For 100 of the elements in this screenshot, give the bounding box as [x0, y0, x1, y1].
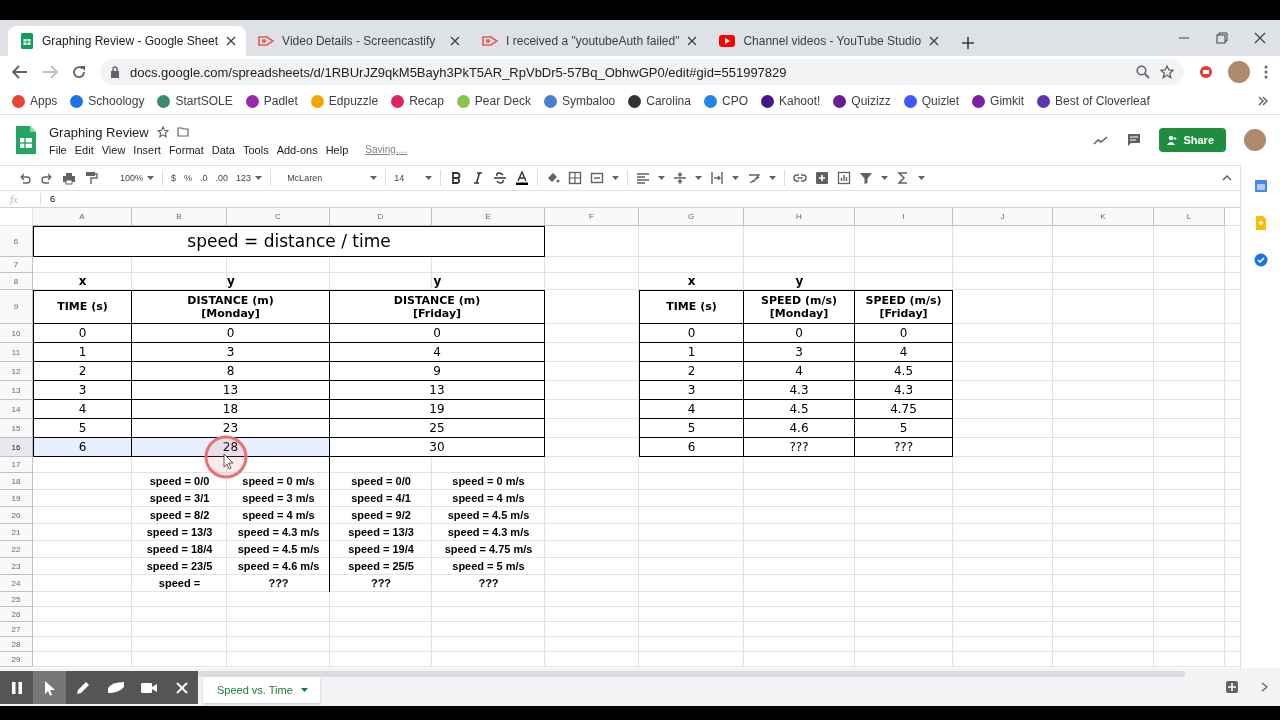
comment-icon[interactable] — [1127, 133, 1142, 147]
font-dropdown[interactable]: McLaren — [279, 173, 378, 183]
paint-format-icon[interactable] — [84, 171, 98, 185]
column-header[interactable]: A — [33, 208, 132, 226]
text-color-icon[interactable] — [515, 171, 530, 185]
collapse-icon[interactable] — [1222, 175, 1232, 181]
zoom-dropdown[interactable]: 100% — [120, 173, 155, 183]
star-icon[interactable] — [156, 126, 169, 138]
row-header[interactable]: 8 — [0, 273, 33, 290]
column-header[interactable]: I — [855, 208, 953, 226]
close-icon[interactable] — [929, 36, 940, 46]
row-header[interactable]: 11 — [0, 343, 33, 362]
row-header[interactable]: 15 — [0, 419, 33, 438]
row-header[interactable]: 23 — [0, 558, 33, 575]
bookmark[interactable]: Carolina — [628, 94, 691, 108]
bookmark[interactable]: Symbaloo — [543, 94, 616, 108]
column-header[interactable]: B — [132, 208, 227, 226]
column-header[interactable]: F — [545, 208, 639, 226]
row-header[interactable]: 13 — [0, 381, 33, 400]
bookmark[interactable]: CPO — [703, 94, 748, 108]
avatar[interactable] — [1244, 129, 1266, 151]
menu-item[interactable]: Add-ons — [276, 143, 318, 156]
close-icon[interactable] — [687, 36, 698, 46]
bookmark[interactable]: Quizlet — [903, 94, 960, 108]
bookmark[interactable]: StartSOLE — [157, 94, 233, 108]
reload-icon[interactable] — [72, 65, 86, 79]
bookmark[interactable]: Best of Cloverleaf — [1037, 94, 1150, 108]
menu-item[interactable]: File — [49, 143, 67, 156]
menu-item[interactable]: View — [101, 143, 126, 156]
row-header[interactable]: 27 — [0, 622, 33, 637]
document-title[interactable]: Graphing Review — [49, 124, 149, 140]
menu-item[interactable]: Format — [168, 143, 204, 156]
row-header[interactable]: 6 — [0, 226, 33, 257]
row-header[interactable]: 19 — [0, 490, 33, 507]
bookmark[interactable]: Edpuzzle — [310, 94, 379, 108]
merge-cells-icon[interactable] — [590, 171, 605, 185]
redo-icon[interactable] — [40, 171, 54, 185]
share-button[interactable]: Share — [1159, 128, 1226, 152]
row-header[interactable]: 21 — [0, 524, 33, 541]
back-icon[interactable] — [12, 65, 28, 79]
number-format-dropdown[interactable]: 123 — [236, 173, 263, 183]
address-bar[interactable]: docs.google.com/spreadsheets/d/1RBUrJZ9qkM5Bayh3PkT5AR_RpVbDr5-57Bq_ObhwGP0/edit#gid=551997829 — [100, 59, 1184, 85]
browser-tab[interactable]: I received a "youtubeAuth failed" — [470, 26, 708, 56]
row-header[interactable]: 18 — [0, 473, 33, 490]
increase-decimals-button[interactable]: .00 — [215, 173, 229, 183]
align-icon[interactable] — [636, 171, 651, 185]
menu-item[interactable]: Edit — [74, 143, 94, 156]
row-header[interactable]: 29 — [0, 652, 33, 667]
bookmark[interactable]: Quizizz — [833, 94, 891, 108]
row-header[interactable]: 28 — [0, 637, 33, 652]
row-header[interactable]: 25 — [0, 592, 33, 607]
undo-icon[interactable] — [18, 171, 32, 185]
bookmark[interactable]: Kahoot! — [761, 94, 821, 108]
trend-icon[interactable] — [1093, 135, 1110, 145]
bookmark[interactable]: Pear Deck — [456, 94, 531, 108]
column-header[interactable]: K — [1053, 208, 1154, 226]
insert-comment-icon[interactable] — [815, 171, 830, 185]
formula-input[interactable]: 6 — [41, 194, 55, 204]
new-tab-icon[interactable] — [961, 36, 976, 50]
browser-tab[interactable]: Graphing Review - Google Sheet — [8, 26, 247, 56]
video-camera-icon[interactable] — [139, 681, 158, 694]
browser-tab[interactable]: Video Details - Screencastify — [246, 26, 471, 56]
column-header[interactable]: G — [639, 208, 744, 226]
pause-icon[interactable] — [10, 680, 23, 695]
menu-item[interactable]: Help — [325, 143, 349, 156]
filter-icon[interactable] — [859, 171, 874, 185]
font-size-dropdown[interactable]: 14 — [394, 173, 433, 183]
row-header[interactable]: 24 — [0, 575, 33, 592]
browser-tab[interactable]: Channel videos - YouTube Studio — [707, 26, 950, 56]
menu-item[interactable]: Insert — [133, 143, 161, 156]
column-header[interactable]: D — [330, 208, 432, 226]
column-header[interactable]: E — [432, 208, 545, 226]
bookmark[interactable]: Recap — [391, 94, 444, 108]
more-bookmarks-icon[interactable] — [1258, 96, 1268, 106]
avatar[interactable] — [1228, 61, 1250, 83]
row-header[interactable]: 14 — [0, 400, 33, 419]
row-header[interactable]: 7 — [0, 257, 33, 273]
eraser-icon[interactable] — [106, 680, 125, 695]
column-header[interactable]: C — [227, 208, 330, 226]
row-header[interactable]: 17 — [0, 457, 33, 473]
strikethrough-icon[interactable] — [493, 171, 508, 185]
text-rotation-icon[interactable] — [747, 171, 762, 185]
row-header[interactable]: 9 — [0, 290, 33, 324]
row-header[interactable]: 12 — [0, 362, 33, 381]
bookmark[interactable]: Schoology — [70, 94, 145, 108]
menu-item[interactable]: Tools — [242, 143, 269, 156]
recorder-tool[interactable] — [33, 671, 66, 704]
menu-icon[interactable] — [1264, 65, 1268, 79]
close-icon[interactable] — [450, 36, 461, 46]
pointer-icon[interactable] — [43, 679, 56, 696]
column-header[interactable]: H — [744, 208, 855, 226]
sheet-tab[interactable]: Speed vs. Time — [203, 677, 320, 703]
decrease-decimals-button[interactable]: .0 — [200, 173, 208, 183]
bookmark[interactable]: Gimkit — [972, 94, 1025, 108]
fill-color-icon[interactable] — [546, 171, 561, 185]
bookmark[interactable]: Apps — [12, 94, 58, 108]
column-header[interactable]: J — [953, 208, 1053, 226]
borders-icon[interactable] — [568, 171, 583, 185]
star-icon[interactable] — [1160, 65, 1174, 79]
link-icon[interactable] — [793, 171, 808, 185]
